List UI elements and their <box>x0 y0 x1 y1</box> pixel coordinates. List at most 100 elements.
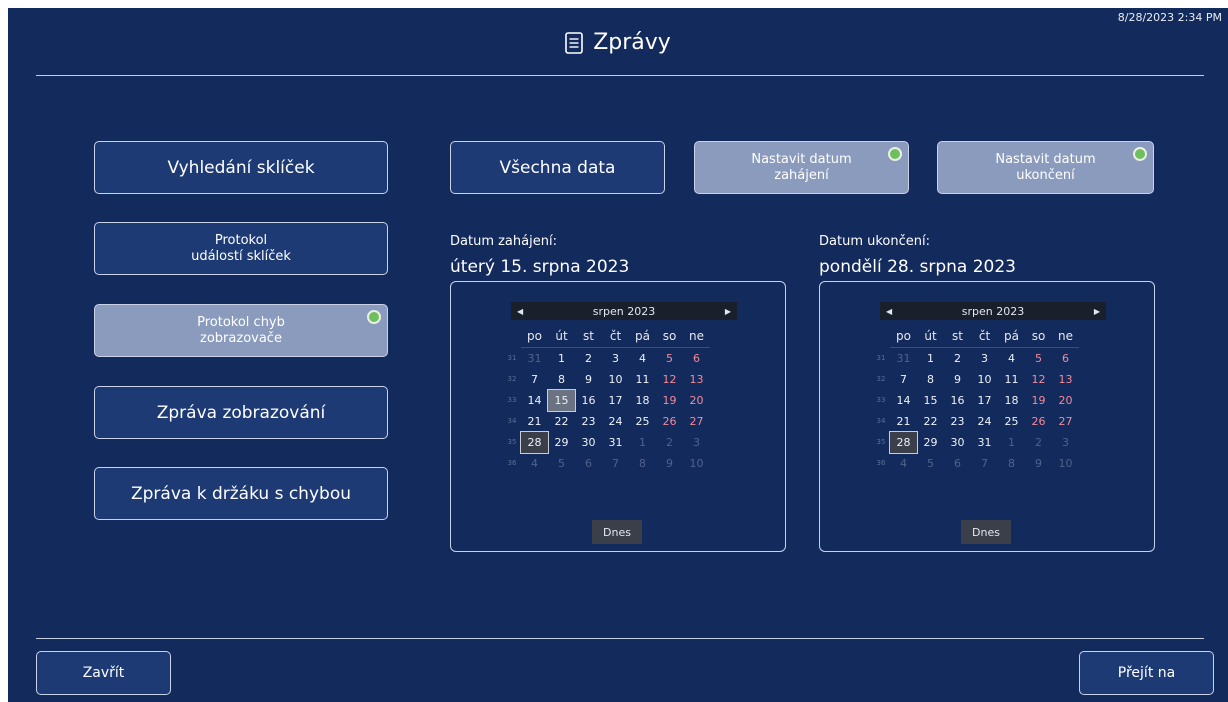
goto-button[interactable]: Přejít na <box>1079 651 1214 695</box>
day-cell[interactable]: 13 <box>1052 369 1079 390</box>
day-cell[interactable]: 24 <box>971 411 998 432</box>
day-cell[interactable]: 20 <box>1052 390 1079 411</box>
day-cell[interactable]: 24 <box>602 411 629 432</box>
day-cell[interactable]: 11 <box>998 369 1025 390</box>
day-cell[interactable]: 22 <box>548 411 575 432</box>
day-cell[interactable]: 30 <box>944 432 971 453</box>
set-end-date-button[interactable]: Nastavit datum ukončení <box>937 141 1154 194</box>
day-cell[interactable]: 10 <box>602 369 629 390</box>
day-cell[interactable]: 8 <box>917 369 944 390</box>
day-cell[interactable]: 18 <box>629 390 656 411</box>
day-cell[interactable]: 31 <box>890 348 917 369</box>
day-cell[interactable]: 9 <box>944 369 971 390</box>
day-cell[interactable]: 10 <box>683 453 710 474</box>
day-cell[interactable]: 4 <box>521 453 548 474</box>
next-month-icon[interactable]: ▶ <box>725 307 731 316</box>
day-cell[interactable]: 7 <box>971 453 998 474</box>
day-cell[interactable]: 3 <box>1052 432 1079 453</box>
next-month-icon[interactable]: ▶ <box>1094 307 1100 316</box>
day-cell[interactable]: 1 <box>998 432 1025 453</box>
day-cell[interactable]: 8 <box>548 369 575 390</box>
imaging-report-button[interactable]: Zpráva zobrazování <box>94 386 388 439</box>
day-cell[interactable]: 1 <box>548 348 575 369</box>
day-cell[interactable]: 16 <box>575 390 602 411</box>
day-cell[interactable]: 5 <box>1025 348 1052 369</box>
day-cell[interactable]: 4 <box>629 348 656 369</box>
day-cell[interactable]: 8 <box>998 453 1025 474</box>
end-date-calendar[interactable]: ◀ srpen 2023 ▶ po út st čt pá so ne 31 31 1 2 3 4 5 6 3… <box>819 281 1155 552</box>
day-cell[interactable]: 22 <box>917 411 944 432</box>
day-cell[interactable]: 19 <box>656 390 683 411</box>
day-cell[interactable]: 1 <box>629 432 656 453</box>
day-cell[interactable]: 28 <box>520 431 549 454</box>
day-cell[interactable]: 25 <box>629 411 656 432</box>
faulty-holder-report-button[interactable]: Zpráva k držáku s chybou <box>94 467 388 520</box>
day-cell[interactable]: 12 <box>1025 369 1052 390</box>
day-cell[interactable]: 28 <box>889 431 918 454</box>
all-data-button[interactable]: Všechna data <box>450 141 665 194</box>
prev-month-icon[interactable]: ◀ <box>517 307 523 316</box>
day-cell[interactable]: 11 <box>629 369 656 390</box>
day-cell[interactable]: 5 <box>656 348 683 369</box>
day-cell[interactable]: 9 <box>656 453 683 474</box>
day-cell[interactable]: 10 <box>1052 453 1079 474</box>
set-start-date-button[interactable]: Nastavit datum zahájení <box>694 141 909 194</box>
day-cell[interactable]: 26 <box>656 411 683 432</box>
imager-error-log-button[interactable]: Protokol chyb zobrazovače <box>94 304 388 357</box>
close-button[interactable]: Zavřít <box>36 651 171 695</box>
day-cell[interactable]: 3 <box>602 348 629 369</box>
day-cell[interactable]: 3 <box>971 348 998 369</box>
day-cell[interactable]: 4 <box>890 453 917 474</box>
start-date-calendar[interactable]: ◀ srpen 2023 ▶ po út st čt pá so ne 31 31 1 2 3 4 5 6 3… <box>450 281 786 552</box>
day-cell[interactable]: 16 <box>944 390 971 411</box>
day-cell[interactable]: 15 <box>547 389 576 412</box>
day-cell[interactable]: 23 <box>944 411 971 432</box>
day-cell[interactable]: 2 <box>656 432 683 453</box>
day-cell[interactable]: 27 <box>1052 411 1079 432</box>
day-cell[interactable]: 25 <box>998 411 1025 432</box>
day-cell[interactable]: 17 <box>971 390 998 411</box>
slide-search-button[interactable]: Vyhledání sklíček <box>94 141 388 194</box>
day-cell[interactable]: 9 <box>1025 453 1052 474</box>
day-cell[interactable]: 7 <box>521 369 548 390</box>
prev-month-icon[interactable]: ◀ <box>886 307 892 316</box>
day-cell[interactable]: 23 <box>575 411 602 432</box>
day-cell[interactable]: 19 <box>1025 390 1052 411</box>
day-cell[interactable]: 17 <box>602 390 629 411</box>
day-cell[interactable]: 4 <box>998 348 1025 369</box>
day-cell[interactable]: 31 <box>971 432 998 453</box>
day-cell[interactable]: 5 <box>917 453 944 474</box>
slide-event-log-button[interactable]: Protokol událostí sklíček <box>94 222 388 275</box>
day-cell[interactable]: 29 <box>917 432 944 453</box>
day-cell[interactable]: 15 <box>917 390 944 411</box>
day-cell[interactable]: 18 <box>998 390 1025 411</box>
day-cell[interactable]: 6 <box>683 348 710 369</box>
day-cell[interactable]: 12 <box>656 369 683 390</box>
day-cell[interactable]: 14 <box>890 390 917 411</box>
day-cell[interactable]: 21 <box>890 411 917 432</box>
today-button[interactable]: Dnes <box>592 520 642 544</box>
day-cell[interactable]: 7 <box>890 369 917 390</box>
day-cell[interactable]: 6 <box>575 453 602 474</box>
day-cell[interactable]: 30 <box>575 432 602 453</box>
day-cell[interactable]: 1 <box>917 348 944 369</box>
day-cell[interactable]: 31 <box>602 432 629 453</box>
day-cell[interactable]: 9 <box>575 369 602 390</box>
day-cell[interactable]: 5 <box>548 453 575 474</box>
day-cell[interactable]: 21 <box>521 411 548 432</box>
day-cell[interactable]: 7 <box>602 453 629 474</box>
day-cell[interactable]: 13 <box>683 369 710 390</box>
day-cell[interactable]: 8 <box>629 453 656 474</box>
day-cell[interactable]: 6 <box>944 453 971 474</box>
day-cell[interactable]: 3 <box>683 432 710 453</box>
today-button[interactable]: Dnes <box>961 520 1011 544</box>
day-cell[interactable]: 20 <box>683 390 710 411</box>
day-cell[interactable]: 2 <box>575 348 602 369</box>
day-cell[interactable]: 26 <box>1025 411 1052 432</box>
day-cell[interactable]: 10 <box>971 369 998 390</box>
day-cell[interactable]: 14 <box>521 390 548 411</box>
day-cell[interactable]: 31 <box>521 348 548 369</box>
day-cell[interactable]: 2 <box>944 348 971 369</box>
day-cell[interactable]: 2 <box>1025 432 1052 453</box>
day-cell[interactable]: 27 <box>683 411 710 432</box>
